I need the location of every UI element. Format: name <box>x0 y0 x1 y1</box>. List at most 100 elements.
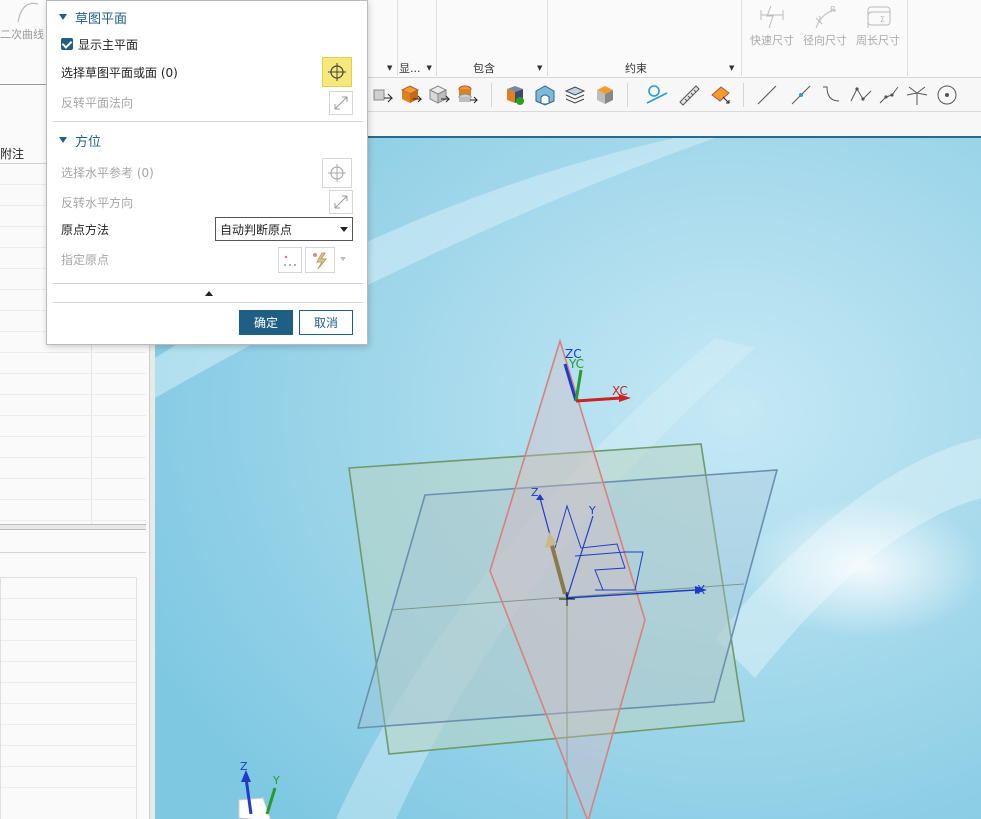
toolbar-button[interactable] <box>753 81 781 109</box>
table-row <box>0 395 146 416</box>
line-icon <box>757 85 777 105</box>
show-main-plane-label: 显示主平面 <box>78 37 139 52</box>
inferred-point-button[interactable] <box>305 247 335 273</box>
toolbar-button[interactable] <box>643 81 671 109</box>
toolbar-button[interactable] <box>501 81 529 109</box>
chevron-down-icon: ▼ <box>537 64 543 72</box>
ribbon-group-prev-caret[interactable]: ▼ <box>381 60 392 76</box>
origin-method-value: 自动判断原点 <box>220 223 293 237</box>
ribbon-group-label: 包含 <box>473 62 495 75</box>
table-row <box>0 458 146 479</box>
orange-cube-icon <box>597 86 613 104</box>
select-plane-row[interactable]: 选择草图平面或面 (0) <box>61 62 178 82</box>
specify-origin-label: 指定原点 <box>61 252 110 267</box>
chevron-down-icon: ▼ <box>426 64 432 72</box>
section-separator <box>53 121 363 122</box>
reverse-normal-label: 反转平面法向 <box>61 95 134 110</box>
yc-label: YC <box>568 357 584 371</box>
point-dialog-icon <box>284 255 296 266</box>
toolbar-separator <box>491 83 492 107</box>
spline-points-icon <box>879 86 899 104</box>
table-row <box>0 437 146 458</box>
toolbar-button[interactable] <box>817 81 845 109</box>
toolbar-button[interactable] <box>591 81 619 109</box>
toolbar-button[interactable] <box>425 81 453 109</box>
panel-splitter[interactable] <box>0 524 146 530</box>
section-collapse-icon <box>59 14 67 20</box>
toolbar-button[interactable] <box>369 81 397 109</box>
radial-dimension-icon: R <box>815 5 837 29</box>
constraint-arrow-icon <box>373 89 394 103</box>
details-table <box>0 577 137 819</box>
quick-dimension-label: 快速尺寸 <box>750 34 794 47</box>
quick-dimension-icon <box>760 5 784 29</box>
circle-center-icon <box>937 85 957 105</box>
cancel-button[interactable]: 取消 <box>299 310 353 335</box>
table-row <box>1 683 136 704</box>
ribbon-group-display[interactable]: 显... ▼ <box>399 60 432 76</box>
section-sketch-plane[interactable]: 草图平面 <box>59 8 128 27</box>
ok-button[interactable]: 确定 <box>239 310 293 335</box>
group-separator <box>547 0 548 76</box>
table-row <box>0 500 146 521</box>
select-horizontal-ref-label: 选择水平参考 (0) <box>61 165 154 180</box>
point-dialog-button[interactable] <box>278 247 302 273</box>
origin-method-select[interactable]: 自动判断原点 <box>215 217 353 241</box>
section-sketch-plane-title: 草图平面 <box>75 11 128 27</box>
chevron-down-icon[interactable] <box>340 257 346 261</box>
cylinder-stack-icon <box>458 85 479 104</box>
sketch-x-label: X <box>697 583 705 597</box>
toolbar-button[interactable] <box>453 81 481 109</box>
crosshair-icon <box>328 164 346 182</box>
polyline-icon <box>850 87 872 102</box>
reverse-horizontal-label: 反转水平方向 <box>61 195 134 210</box>
toolbar-button[interactable] <box>903 81 931 109</box>
toolbar-button[interactable] <box>875 81 903 109</box>
reverse-normal-button[interactable] <box>329 91 353 115</box>
view-triad-z-label: Z <box>240 760 248 773</box>
quick-dimension-button[interactable]: 快速尺寸 <box>747 0 797 52</box>
show-main-plane-checkbox[interactable] <box>61 38 73 50</box>
radial-dimension-button[interactable]: R 径向尺寸 <box>800 0 850 52</box>
section-orientation[interactable]: 方位 <box>59 131 102 150</box>
group-separator <box>907 0 908 76</box>
radial-dimension-label: 径向尺寸 <box>803 34 847 47</box>
toolbar-button[interactable] <box>397 81 425 109</box>
crosshair-icon <box>328 63 346 81</box>
chevron-up-icon <box>205 291 213 296</box>
table-row <box>1 578 136 599</box>
view-triad-y-label: Y <box>272 774 280 787</box>
more-options-toggle[interactable] <box>53 283 363 303</box>
table-row <box>1 746 136 767</box>
perimeter-dimension-button[interactable]: Σ 周长尺寸 <box>853 0 903 52</box>
ribbon-group-constraint-caret[interactable]: ▼ <box>723 60 734 76</box>
perimeter-dimension-label: 周长尺寸 <box>856 34 900 47</box>
ribbon-group-include-caret[interactable]: ▼ <box>531 60 542 76</box>
table-row <box>0 374 146 395</box>
toolbar-button[interactable] <box>707 81 735 109</box>
toolbar-button[interactable] <box>847 81 875 109</box>
inferred-point-icon <box>313 252 328 270</box>
svg-text:Σ: Σ <box>880 15 885 24</box>
table-row <box>1 767 136 788</box>
select-plane-button[interactable] <box>322 57 352 87</box>
show-main-plane-row[interactable]: 显示主平面 <box>61 34 138 54</box>
chevron-down-icon: ▼ <box>729 64 735 72</box>
toolbar-button[interactable] <box>933 81 961 109</box>
ribbon-group-include[interactable]: 包含 <box>473 60 495 76</box>
toolbar-button[interactable] <box>787 81 815 109</box>
toolbar-button[interactable] <box>675 81 703 109</box>
section-orientation-title: 方位 <box>75 134 102 150</box>
select-horizontal-ref-button[interactable] <box>322 158 352 188</box>
toolbar-button[interactable] <box>531 81 559 109</box>
conic-curve-tool[interactable]: 二次曲线 <box>0 0 48 60</box>
chevron-down-icon: ▼ <box>387 64 393 72</box>
ribbon-group-constraint[interactable]: 约束 <box>625 60 647 76</box>
reverse-horizontal-button[interactable] <box>329 190 353 214</box>
toolbar-button[interactable] <box>561 81 589 109</box>
xc-label: XC <box>612 384 628 398</box>
reverse-normal-row: 反转平面法向 <box>61 92 133 112</box>
body-green-check-icon <box>507 86 524 105</box>
svg-text:R: R <box>830 5 836 14</box>
arc-curve-icon <box>823 86 840 102</box>
